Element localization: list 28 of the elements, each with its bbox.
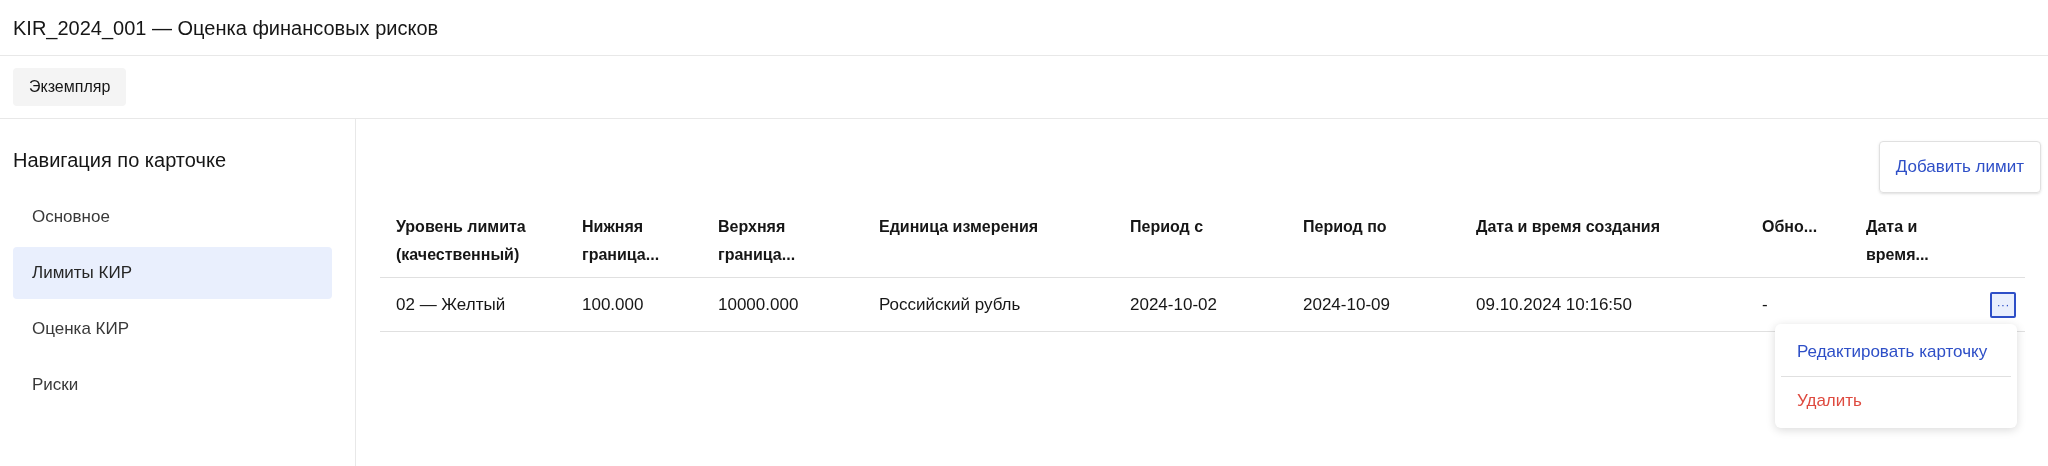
column-header: Дата и время создания — [1476, 218, 1660, 235]
menu-item[interactable]: Удалить — [1781, 376, 2011, 424]
column-header: Нижняя граница... — [582, 218, 660, 263]
sidebar-heading: Навигация по карточке — [13, 148, 227, 173]
sidebar-item[interactable]: Оценка КИР — [13, 303, 332, 355]
column-header: Единица измерения — [879, 218, 1039, 235]
table-cell: 2024-10-02 — [1130, 294, 1217, 314]
table-cell: 02 — Желтый — [396, 294, 506, 314]
column-header: Обно... — [1762, 218, 1818, 235]
column-header: Дата и время... — [1866, 218, 1929, 263]
more-button[interactable]: ··· — [1990, 291, 2016, 318]
table-cell: 09.10.2024 10:16:50 — [1476, 294, 1632, 314]
table-cell: Российский рубль — [879, 294, 1021, 314]
table-cell: - — [1762, 294, 1768, 314]
sidebar-item[interactable]: Риски — [13, 359, 332, 411]
sidebar-item[interactable]: Основное — [13, 191, 332, 243]
column-header: Период с — [1130, 218, 1204, 235]
tab[interactable]: Экземпляр — [13, 68, 127, 106]
page-title: KIR_2024_001 — Оценка финансовых рисков — [13, 15, 439, 42]
table-cell: 2024-10-09 — [1303, 294, 1390, 314]
column-header: Период по — [1303, 218, 1387, 235]
add-limit-button[interactable]: Добавить лимит — [1878, 141, 2041, 193]
column-header: Уровень лимита (качественный) — [396, 218, 526, 263]
column-header: Верхняя граница... — [718, 218, 796, 263]
menu-item[interactable]: Редактировать карточку — [1781, 328, 2011, 376]
sidebar-item[interactable]: Лимиты КИР — [13, 247, 332, 299]
table-cell: 100.000 — [582, 294, 644, 314]
table-cell: 10000.000 — [718, 294, 799, 314]
